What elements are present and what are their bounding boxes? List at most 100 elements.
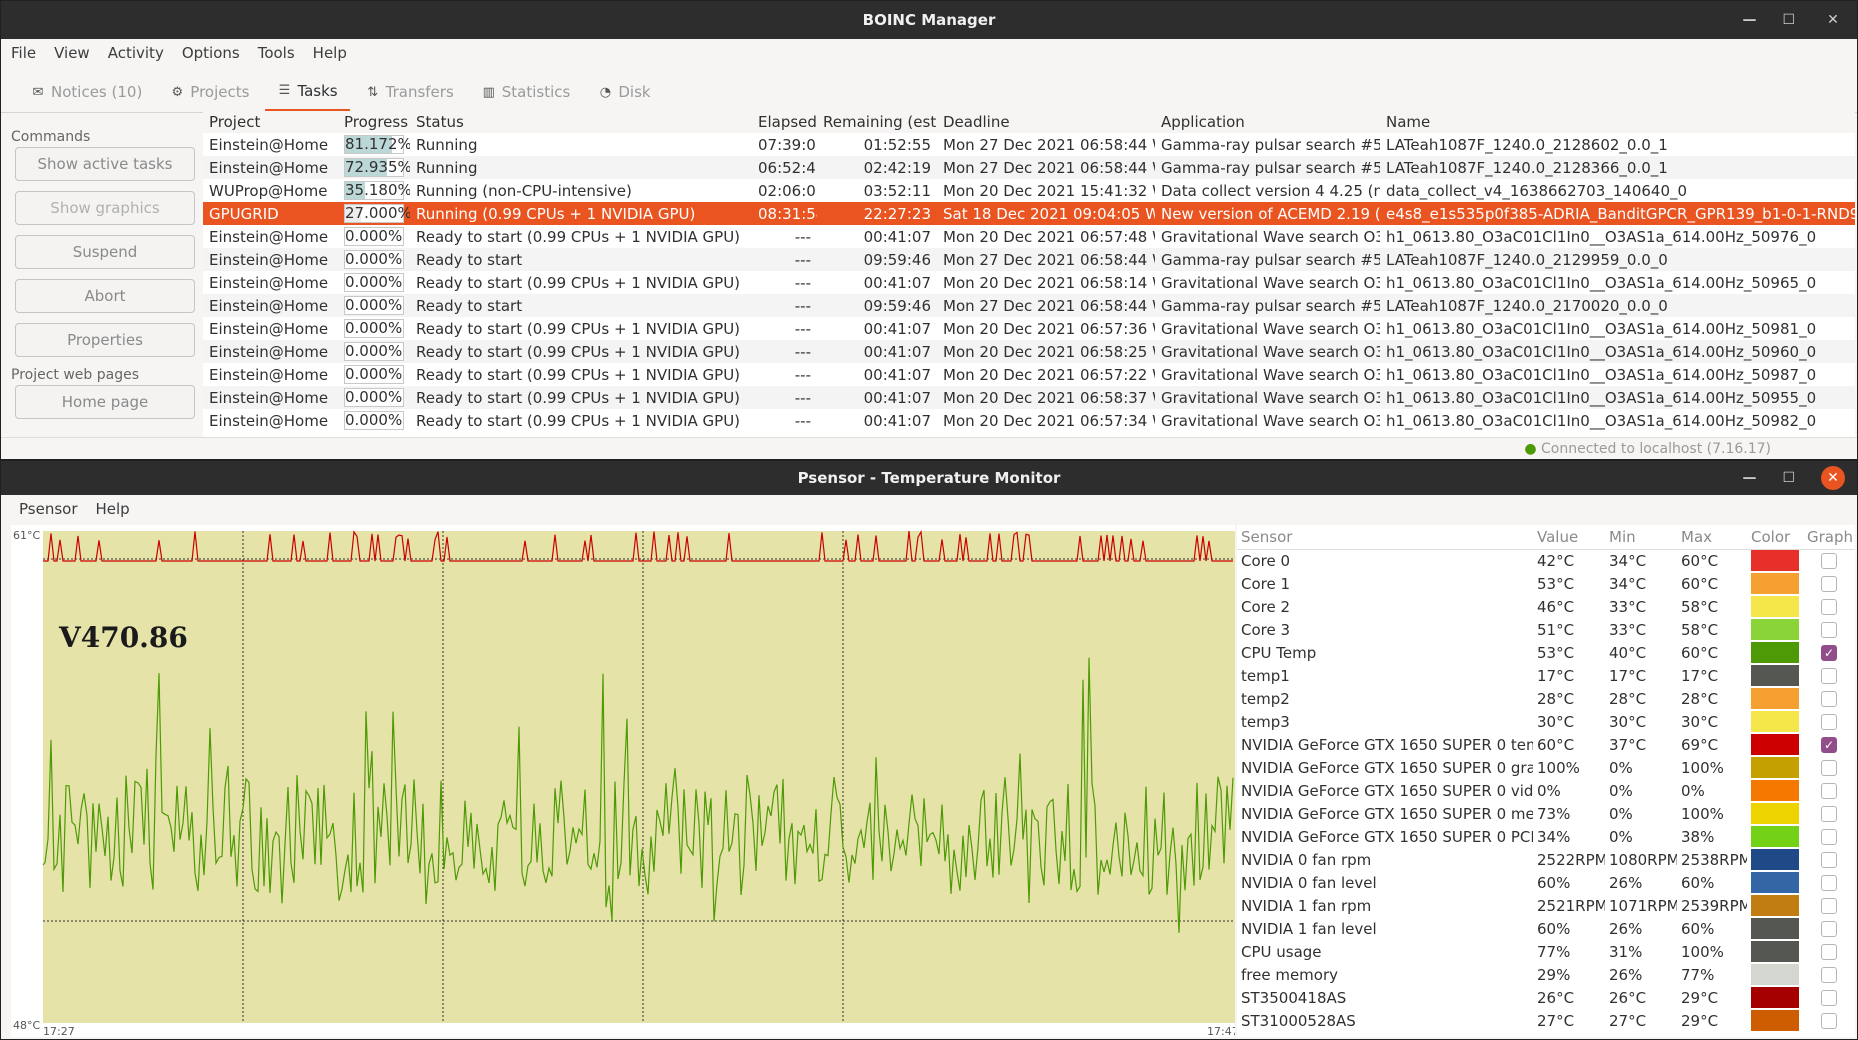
sensor-graph-toggle[interactable] <box>1803 940 1855 963</box>
menu-tools[interactable]: Tools <box>258 44 295 62</box>
task-row[interactable]: Einstein@Home 72.935%Running06:52:4702:42… <box>203 156 1855 179</box>
show-active-tasks-button[interactable]: Show active tasks <box>15 147 195 181</box>
sensor-color[interactable] <box>1747 733 1803 756</box>
color-swatch[interactable] <box>1751 964 1799 985</box>
sensor-graph-toggle[interactable]: ✓ <box>1803 641 1855 664</box>
menu-activity[interactable]: Activity <box>108 44 164 62</box>
sensor-graph-toggle[interactable] <box>1803 825 1855 848</box>
column-header[interactable]: Project <box>203 111 338 133</box>
sensor-color[interactable] <box>1747 549 1803 572</box>
tab-notices[interactable]: ✉ Notices (10) <box>19 72 154 112</box>
color-swatch[interactable] <box>1751 918 1799 939</box>
sensor-color[interactable] <box>1747 963 1803 986</box>
color-swatch[interactable] <box>1751 941 1799 962</box>
graph-checkbox[interactable] <box>1821 828 1837 845</box>
graph-checkbox[interactable] <box>1821 621 1837 638</box>
sensor-row[interactable]: Core 1 53°C 34°C 60°C <box>1237 572 1855 595</box>
sensor-color[interactable] <box>1747 894 1803 917</box>
task-row[interactable]: Einstein@Home 0.000% Ready to start (0.99 … <box>203 317 1855 340</box>
graph-checkbox[interactable] <box>1821 552 1837 569</box>
sensor-graph-toggle[interactable] <box>1803 848 1855 871</box>
column-header[interactable]: Progress <box>338 111 410 133</box>
color-swatch[interactable] <box>1751 596 1799 617</box>
graph-checkbox[interactable] <box>1821 920 1837 937</box>
sensor-color[interactable] <box>1747 986 1803 1009</box>
color-swatch[interactable] <box>1751 757 1799 778</box>
sensor-color[interactable] <box>1747 871 1803 894</box>
minimize-icon[interactable]: — <box>1742 12 1756 28</box>
color-swatch[interactable] <box>1751 895 1799 916</box>
sensor-graph-toggle[interactable] <box>1803 963 1855 986</box>
sensor-row[interactable]: NVIDIA 0 fan level 60% 26% 60% <box>1237 871 1855 894</box>
sensor-graph-toggle[interactable] <box>1803 572 1855 595</box>
sensor-color[interactable] <box>1747 618 1803 641</box>
sensor-row[interactable]: temp2 28°C 28°C 28°C <box>1237 687 1855 710</box>
abort-button[interactable]: Abort <box>15 279 195 313</box>
sensor-color[interactable] <box>1747 595 1803 618</box>
task-row[interactable]: Einstein@Home 0.000% Ready to start (0.99 … <box>203 225 1855 248</box>
task-row[interactable]: Einstein@Home 0.000% Ready to start (0.99 … <box>203 271 1855 294</box>
sensor-color[interactable] <box>1747 940 1803 963</box>
graph-checkbox[interactable] <box>1821 897 1837 914</box>
home-page-button[interactable]: Home page <box>15 385 195 419</box>
sensor-row[interactable]: NVIDIA 1 fan rpm 2521RPM 1071RPM 2539RPM <box>1237 894 1855 917</box>
graph-checkbox[interactable] <box>1821 966 1837 983</box>
sensor-row[interactable]: NVIDIA GeForce GTX 1650 SUPER 0 PCIe 34% 0… <box>1237 825 1855 848</box>
sensor-graph-toggle[interactable] <box>1803 802 1855 825</box>
column-header[interactable]: Name <box>1380 111 1855 133</box>
task-row[interactable]: GPUGRID 27.000% Running (0.99 CPUs + 1 NVI… <box>203 202 1855 225</box>
sensor-graph-toggle[interactable] <box>1803 664 1855 687</box>
task-row[interactable]: Einstein@Home 0.000% Ready to start --- 09:5… <box>203 294 1855 317</box>
column-header[interactable]: Status <box>410 111 752 133</box>
color-swatch[interactable] <box>1751 619 1799 640</box>
color-swatch[interactable] <box>1751 872 1799 893</box>
color-swatch[interactable] <box>1751 711 1799 732</box>
menu-file[interactable]: File <box>11 44 36 62</box>
column-header[interactable]: Deadline <box>937 111 1155 133</box>
graph-checkbox[interactable] <box>1821 690 1837 707</box>
sensor-color[interactable] <box>1747 664 1803 687</box>
sensor-graph-toggle[interactable] <box>1803 687 1855 710</box>
graph-checkbox[interactable] <box>1821 805 1837 822</box>
sensor-row[interactable]: NVIDIA GeForce GTX 1650 SUPER 0 temp 60°C… <box>1237 733 1855 756</box>
sensor-graph-toggle[interactable] <box>1803 917 1855 940</box>
minimize-icon[interactable]: — <box>1742 470 1756 486</box>
sensor-column-header[interactable]: Graph <box>1803 525 1855 550</box>
graph-checkbox[interactable] <box>1821 713 1837 730</box>
sensor-row[interactable]: NVIDIA GeForce GTX 1650 SUPER 0 graphics… <box>1237 756 1855 779</box>
tab-projects[interactable]: ⚙ Projects <box>158 72 261 112</box>
sensor-graph-toggle[interactable] <box>1803 894 1855 917</box>
sensor-row[interactable]: NVIDIA GeForce GTX 1650 SUPER 0 video 0% 0… <box>1237 779 1855 802</box>
color-swatch[interactable] <box>1751 665 1799 686</box>
sensor-column-header[interactable]: Value <box>1533 525 1605 550</box>
color-swatch[interactable] <box>1751 1010 1799 1031</box>
sensor-graph-toggle[interactable] <box>1803 1009 1855 1032</box>
graph-checkbox[interactable] <box>1821 989 1837 1006</box>
sensor-color[interactable] <box>1747 779 1803 802</box>
color-swatch[interactable] <box>1751 803 1799 824</box>
graph-checkbox[interactable]: ✓ <box>1821 736 1837 753</box>
sensor-row[interactable]: Core 3 51°C 33°C 58°C <box>1237 618 1855 641</box>
graph-checkbox[interactable] <box>1821 575 1837 592</box>
maximize-icon[interactable]: ☐ <box>1782 12 1795 28</box>
sensor-row[interactable]: CPU usage 77% 31% 100% <box>1237 940 1855 963</box>
sensor-row[interactable]: ST3500418AS 26°C 26°C 29°C <box>1237 986 1855 1009</box>
suspend-button[interactable]: Suspend <box>15 235 195 269</box>
sensor-graph-toggle[interactable] <box>1803 549 1855 572</box>
graph-checkbox[interactable] <box>1821 943 1837 960</box>
show-graphics-button[interactable]: Show graphics <box>15 191 195 225</box>
color-swatch[interactable] <box>1751 849 1799 870</box>
task-row[interactable]: Einstein@Home 81.172% Running 07:39:05 01:52… <box>203 133 1855 156</box>
menu-options[interactable]: Options <box>182 44 240 62</box>
sensor-color[interactable] <box>1747 825 1803 848</box>
sensor-graph-toggle[interactable] <box>1803 595 1855 618</box>
graph-checkbox[interactable] <box>1821 667 1837 684</box>
graph-checkbox[interactable] <box>1821 851 1837 868</box>
close-icon[interactable]: ✕ <box>1821 466 1845 490</box>
color-swatch[interactable] <box>1751 987 1799 1008</box>
sensor-graph-toggle[interactable] <box>1803 710 1855 733</box>
tab-disk[interactable]: ◔ Disk <box>586 72 662 112</box>
sensor-color[interactable] <box>1747 687 1803 710</box>
maximize-icon[interactable]: ☐ <box>1782 470 1795 486</box>
sensor-color[interactable] <box>1747 848 1803 871</box>
